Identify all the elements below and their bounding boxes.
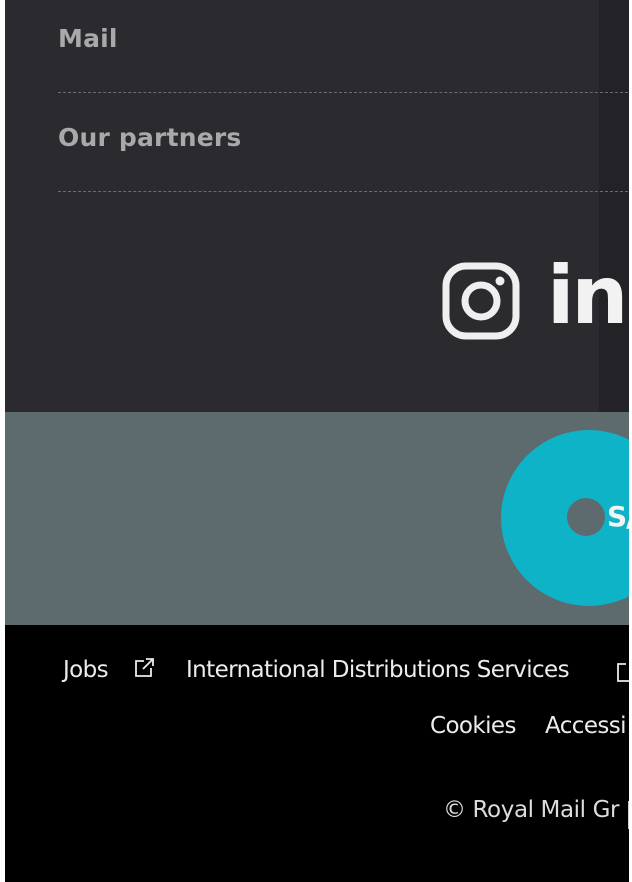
legal-link-jobs[interactable]: Jobs (63, 657, 109, 683)
legal-link-international-distributions-services[interactable]: International Distributions Services (186, 657, 570, 683)
badge-dot (567, 498, 605, 536)
footer-navigation: Mail Our partners in (5, 0, 629, 412)
scroll-shade (599, 0, 629, 412)
copyright-text: © Royal Mail Gr (443, 797, 620, 823)
nav-link-our-partners[interactable]: Our partners (58, 123, 242, 152)
promo-banner: S/ (5, 412, 629, 625)
instagram-icon[interactable] (442, 262, 520, 340)
promo-badge[interactable]: S/ (501, 430, 629, 606)
linkedin-icon[interactable]: in (547, 246, 628, 346)
legal-footer: Jobs International Distributions Service… (5, 625, 629, 882)
page-viewport: Mail Our partners in S/ Jobs Int (5, 0, 629, 882)
nav-divider (58, 92, 629, 93)
text-cursor (628, 801, 629, 829)
legal-link-accessibility[interactable]: Accessi (545, 713, 627, 739)
nav-divider (58, 191, 629, 192)
external-link-icon (133, 657, 155, 679)
badge-text: S/ (607, 500, 629, 533)
nav-link-mail[interactable]: Mail (58, 24, 118, 53)
external-link-icon (615, 661, 629, 683)
legal-link-cookies[interactable]: Cookies (430, 713, 516, 739)
